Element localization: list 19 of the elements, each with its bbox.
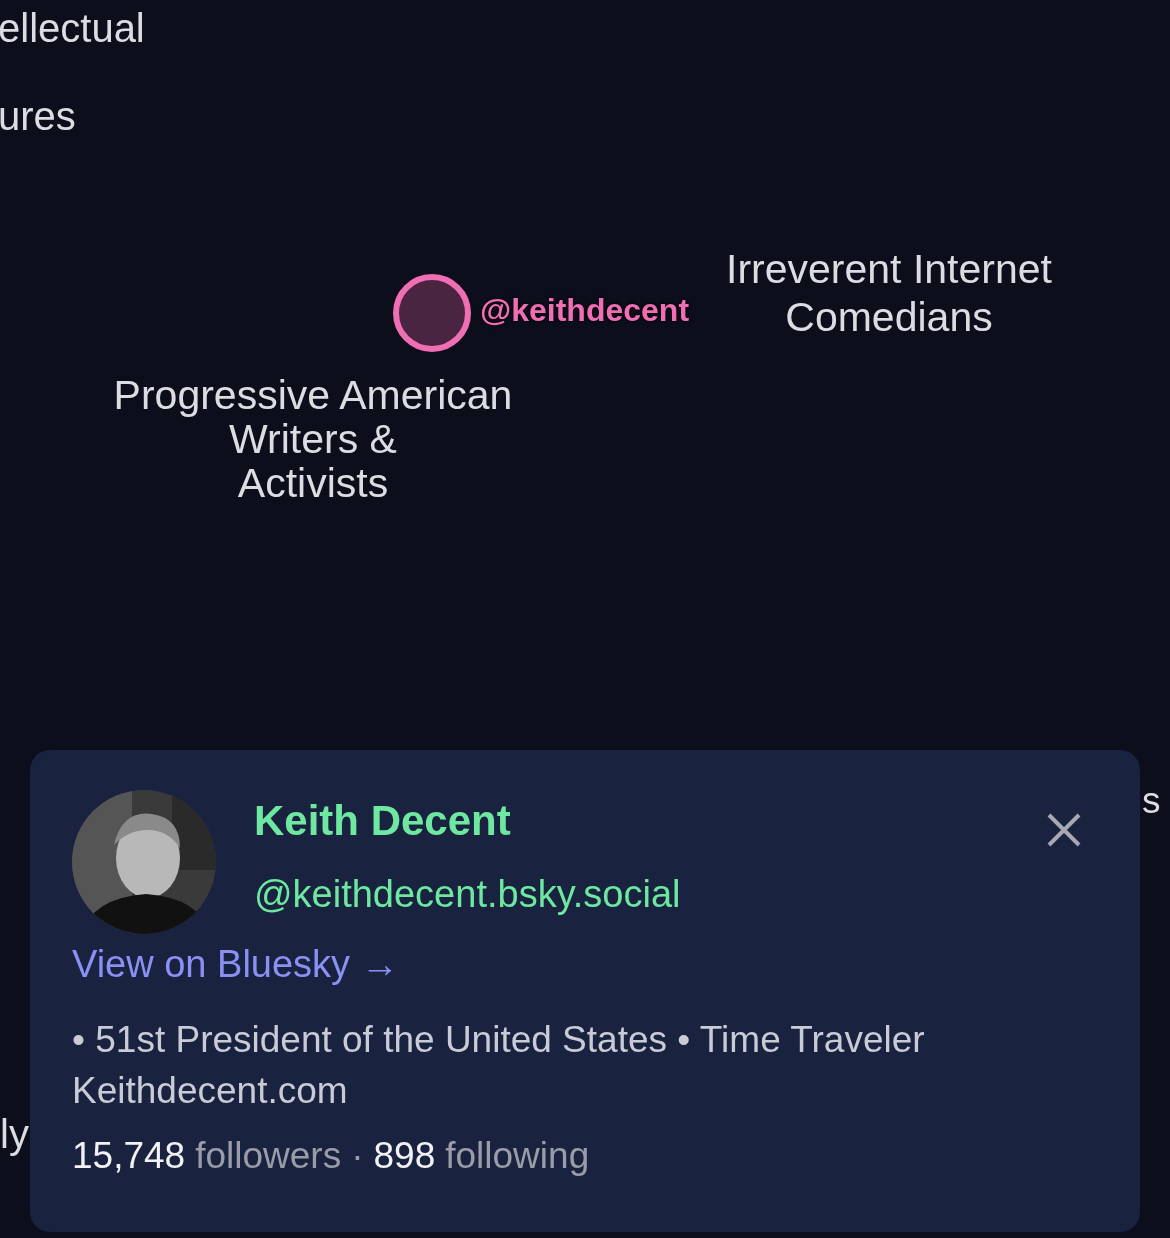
following-label: following [445, 1134, 590, 1178]
map-label: Irreverent Internet Comedians [725, 245, 1053, 341]
following-count: 898 [373, 1134, 436, 1178]
close-icon [1046, 812, 1082, 848]
followers-count: 15,748 [72, 1134, 186, 1178]
map-label: ly [0, 1112, 29, 1157]
bio-text: • 51st President of the United States • Time Traveler [72, 1018, 926, 1062]
bio-text: Keithdecent.com [72, 1069, 349, 1113]
node-dot[interactable] [393, 274, 471, 352]
map-label: ures [0, 94, 76, 139]
map-label: Progressive American Writers & Activists [112, 373, 514, 505]
map-label: ellectual [0, 6, 145, 51]
followers-label: followers [195, 1134, 342, 1178]
node-label: @keithdecent [480, 292, 690, 329]
profile-handle: @keithdecent.bsky.social [254, 872, 681, 916]
separator: · [351, 1134, 364, 1178]
map-label: s [1142, 780, 1161, 822]
bluesky-link[interactable]: View on Bluesky → [72, 942, 399, 986]
profile-name: Keith Decent [254, 796, 512, 846]
